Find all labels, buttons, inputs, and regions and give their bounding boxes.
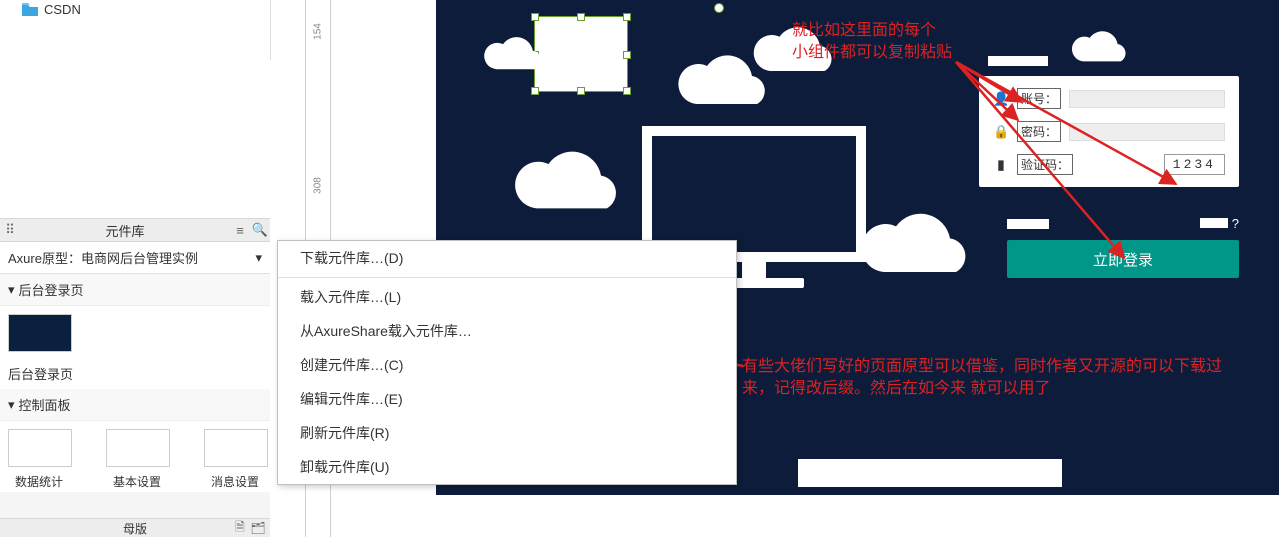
menu-item-edit[interactable]: 编辑元件库…(E) [278, 382, 736, 416]
more-icon[interactable]: 🗂 [250, 520, 266, 536]
cloud-icon [480, 36, 546, 76]
widget-thumb[interactable] [8, 314, 70, 352]
panel-drag-icon[interactable]: ⠿ [0, 220, 20, 240]
annotation-mask [988, 56, 1048, 66]
login-caption: 后台登录页 [0, 354, 270, 389]
cloud-icon [1068, 30, 1130, 68]
annotation-text: 有些大佬们写好的页面原型可以借鉴，同时作者又开源的可以下载过来，记得改后缀。然后… [742, 358, 1222, 397]
folder-name: CSDN [44, 2, 81, 17]
chevron-down-icon: ▾ [255, 250, 262, 266]
password-field[interactable] [1069, 123, 1225, 141]
library-panel-title: 元件库 [20, 221, 230, 240]
search-icon[interactable]: 🔍 [250, 220, 270, 240]
master-bar: 母版 🗎 🗂 [0, 518, 270, 537]
menu-icon[interactable]: ≡ [230, 220, 250, 240]
help-link[interactable]: ? [1232, 216, 1239, 231]
menu-item-download[interactable]: 下载元件库…(D) [278, 241, 736, 275]
account-field[interactable] [1069, 90, 1225, 108]
captcha-label: 验证码： [1017, 154, 1073, 175]
chevron-down-icon: ▾ [8, 397, 15, 413]
password-label: 密码： [1017, 121, 1061, 142]
cloud-icon [854, 212, 974, 284]
section-login[interactable]: ▾ 后台登录页 [0, 274, 270, 306]
menu-item-create[interactable]: 创建元件库…(C) [278, 348, 736, 382]
lock-icon: 🔒 [993, 124, 1009, 140]
menu-item-load-share[interactable]: 从AxureShare载入元件库… [278, 314, 736, 348]
widget-thumb[interactable]: 消息设置 [204, 429, 266, 490]
login-button[interactable]: 立即登录 [1007, 240, 1239, 278]
bottom-field[interactable] [798, 459, 1062, 487]
widget-thumb[interactable]: 基本设置 [106, 429, 168, 490]
add-icon[interactable]: 🗎 [232, 520, 248, 536]
menu-item-load[interactable]: 载入元件库…(L) [278, 280, 736, 314]
folder-icon [22, 3, 38, 16]
remember-label [1007, 219, 1049, 229]
library-panel: ⠿ 元件库 ≡ 🔍 Axure原型：电商网后台管理实例 ▾ ▾ 后台登录页 后台… [0, 218, 270, 519]
account-label: 账号： [1017, 88, 1061, 109]
chevron-down-icon: ▾ [8, 282, 15, 298]
rotation-handle[interactable] [714, 3, 724, 13]
menu-item-unload[interactable]: 卸载元件库(U) [278, 450, 736, 484]
library-context-menu: 下载元件库…(D) 载入元件库…(L) 从AxureShare载入元件库… 创建… [277, 240, 737, 485]
library-dropdown-text: Axure原型：电商网后台管理实例 [8, 248, 198, 267]
selected-widget[interactable] [534, 16, 628, 92]
library-dropdown[interactable]: Axure原型：电商网后台管理实例 ▾ [0, 242, 270, 274]
menu-item-refresh[interactable]: 刷新元件库(R) [278, 416, 736, 450]
user-icon: 👤 [993, 91, 1009, 107]
login-box: 👤 账号： 🔒 密码： ▮ 验证码： 1234 [979, 76, 1239, 187]
ruler-tick: 308 [313, 174, 324, 198]
cloud-icon [748, 26, 838, 80]
widget-thumb[interactable]: 数据统计 [8, 429, 70, 490]
captcha-value: 1234 [1164, 154, 1225, 175]
section-control[interactable]: ▾ 控制面板 [0, 389, 270, 421]
cloud-icon [506, 150, 626, 220]
folder-row[interactable]: CSDN [0, 0, 270, 17]
ruler-tick: 154 [313, 20, 324, 44]
captcha-icon: ▮ [993, 157, 1009, 173]
